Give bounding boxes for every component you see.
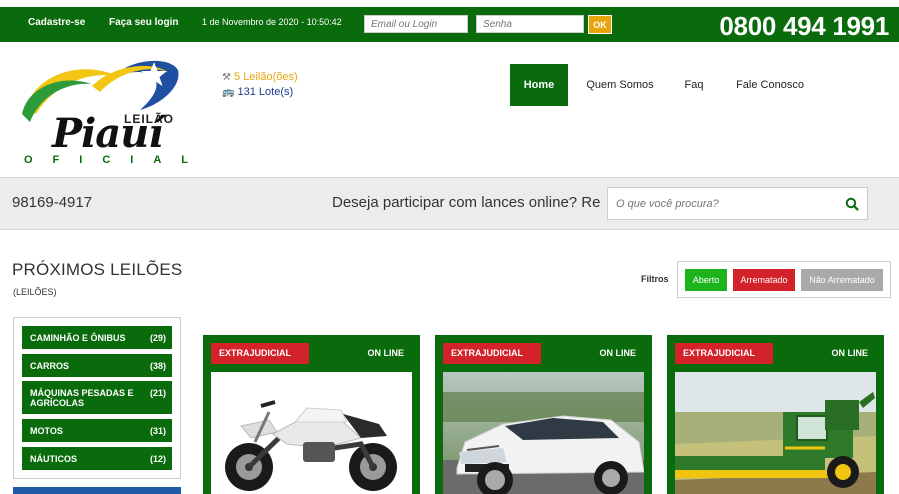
current-datetime: 1 de Novembro de 2020 - 10:50:42	[202, 17, 342, 27]
marquee-text: Deseja participar com lances online? Re	[332, 194, 600, 211]
site-logo[interactable]: LEILÃO Piauí OFICIAL	[22, 52, 212, 170]
login-link[interactable]: Faça seu login	[109, 17, 178, 28]
card-photo-motorcycle[interactable]	[211, 372, 412, 494]
lots-count-label: 131 Lote(s)	[237, 86, 294, 98]
motorcycle-image	[211, 372, 412, 494]
category-name: CARROS	[30, 361, 70, 371]
nav-fale-conosco[interactable]: Fale Conosco	[730, 64, 810, 106]
contact-phone: 98169-4917	[12, 194, 93, 211]
auction-card[interactable]: EXTRAJUDICIAL ON LINE	[203, 335, 420, 494]
auctions-count-label: 5 Leilão(ões)	[234, 71, 298, 83]
search-input[interactable]	[608, 188, 838, 219]
auction-stats: ⚒ 5 Leilão(ões) 🚌 131 Lote(s)	[222, 70, 298, 100]
category-item[interactable]: MOTOS (31)	[22, 419, 172, 442]
filter-sold-button[interactable]: Arrematado	[733, 269, 795, 291]
card-status: ON LINE	[831, 348, 868, 358]
category-count: (12)	[149, 454, 166, 464]
card-badge: EXTRAJUDICIAL	[211, 343, 309, 364]
category-sidebar: CAMINHÃO E ÔNIBUS (29) CARROS (38) MÁQUI…	[13, 317, 181, 479]
category-item[interactable]: CAMINHÃO E ÔNIBUS (29)	[22, 326, 172, 349]
category-count: (21)	[149, 388, 166, 398]
logo-word-oficial: OFICIAL	[24, 154, 208, 166]
harvester-image	[675, 372, 876, 494]
car-image	[443, 372, 644, 494]
filter-open-button[interactable]: Aberto	[685, 269, 727, 291]
card-badge: EXTRAJUDICIAL	[443, 343, 541, 364]
auction-card[interactable]: EXTRAJUDICIAL ON LINE	[667, 335, 884, 494]
top-bar: Cadastre-se Faça seu login 1 de Novembro…	[0, 7, 899, 42]
info-bar: 98169-4917 Deseja participar com lances …	[0, 177, 899, 230]
register-link[interactable]: Cadastre-se	[28, 17, 85, 28]
search-icon[interactable]	[845, 197, 859, 211]
logo-word-piaui: Piauí	[52, 110, 163, 157]
filters-box: Aberto Arrematado Não Arrematado	[677, 261, 891, 298]
bus-icon: 🚌	[222, 87, 235, 98]
auction-card[interactable]: EXTRAJUDICIAL ON LINE	[435, 335, 652, 494]
card-status: ON LINE	[599, 348, 636, 358]
filters-label: Filtros	[641, 274, 669, 284]
nav-quem-somos[interactable]: Quem Somos	[580, 64, 660, 106]
category-item[interactable]: NÁUTICOS (12)	[22, 447, 172, 470]
category-item[interactable]: MÁQUINAS PESADAS E AGRÍCOLAS (21)	[22, 381, 172, 414]
category-count: (38)	[149, 361, 166, 371]
category-name: MÁQUINAS PESADAS E AGRÍCOLAS	[30, 388, 134, 408]
sidebar-next-panel	[13, 487, 181, 494]
nav-faq[interactable]: Faq	[678, 64, 710, 106]
gavel-icon: ⚒	[222, 72, 231, 83]
category-count: (31)	[149, 426, 166, 436]
card-badge: EXTRAJUDICIAL	[675, 343, 773, 364]
email-input[interactable]	[364, 15, 468, 33]
top-phone-number: 0800 494 1991	[719, 11, 889, 41]
page-subtitle: (LEILÕES)	[13, 287, 57, 297]
category-name: CAMINHÃO E ÔNIBUS	[30, 333, 126, 343]
filter-not-sold-button[interactable]: Não Arrematado	[801, 269, 883, 291]
card-photo-harvester[interactable]	[675, 372, 876, 494]
nav-home[interactable]: Home	[510, 64, 568, 106]
card-status: ON LINE	[367, 348, 404, 358]
login-ok-button[interactable]: OK	[588, 15, 612, 34]
category-item[interactable]: CARROS (38)	[22, 354, 172, 377]
search-box	[607, 187, 868, 220]
category-name: NÁUTICOS	[30, 454, 77, 464]
auctions-count[interactable]: ⚒ 5 Leilão(ões)	[222, 70, 298, 85]
page-title: PRÓXIMOS LEILÕES	[12, 260, 183, 279]
password-input[interactable]	[476, 15, 584, 33]
lots-count[interactable]: 🚌 131 Lote(s)	[222, 85, 298, 100]
category-count: (29)	[149, 333, 166, 343]
category-name: MOTOS	[30, 426, 63, 436]
card-photo-car[interactable]	[443, 372, 644, 494]
